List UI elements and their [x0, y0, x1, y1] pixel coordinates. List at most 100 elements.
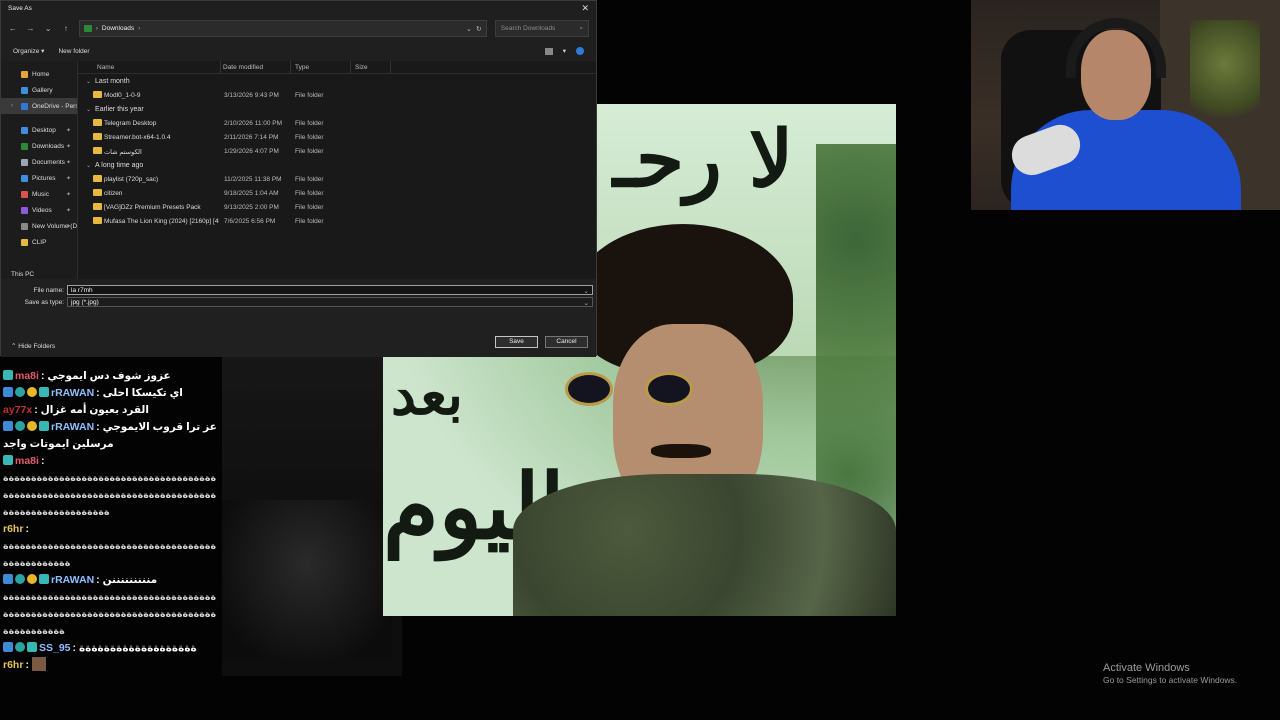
chat-message: r6hr:	[0, 657, 222, 674]
gallery-icon	[21, 86, 28, 94]
sidebar-item-clip[interactable]: CLIP	[1, 234, 77, 250]
sidebar-item-label: New Volume (D:	[32, 222, 78, 230]
file-row[interactable]: Telegram Desktop 2/10/2026 11:00 PM File f…	[78, 116, 596, 130]
file-type: File folder	[295, 148, 324, 155]
folder-icon	[93, 133, 102, 140]
column-type[interactable]: Type	[295, 64, 309, 71]
gem-badge-icon	[27, 642, 37, 652]
chat-username[interactable]: SS_95	[39, 642, 71, 654]
sidebar-item-label: Pictures	[32, 174, 56, 182]
chat-username[interactable]: r6hr	[3, 523, 23, 535]
file-name-dropdown-icon[interactable]: ⌄	[584, 287, 589, 295]
column-date-modified[interactable]: Date modified	[223, 64, 263, 71]
file-row[interactable]: الكوستم شات 1/29/2026 4:07 PM File folder	[78, 144, 596, 158]
subscriber-badge-icon	[3, 421, 13, 431]
file-group-header[interactable]: ⌄ A long time ago	[78, 158, 596, 172]
column-size[interactable]: Size	[355, 64, 368, 71]
folder-icon	[21, 238, 28, 246]
sidebar-item-pictures[interactable]: Pictures ✦	[1, 170, 77, 186]
organize-button[interactable]: Organize ▾	[13, 47, 44, 55]
chat-username[interactable]: rRAWAN	[51, 574, 94, 586]
one-badge-icon	[27, 421, 37, 431]
file-row[interactable]: citizen 9/18/2025 1:04 AM File folder	[78, 186, 596, 200]
file-date-modified: 9/13/2025 2:00 PM	[224, 204, 279, 211]
file-name-input[interactable]: la r7mh ⌄	[67, 285, 593, 295]
file-type: File folder	[295, 190, 324, 197]
file-row[interactable]: Streamer.bot-x64-1.0.4 2/11/2026 7:14 PM F…	[78, 130, 596, 144]
hide-folders-button[interactable]: ⌃ Hide Folders	[11, 342, 55, 350]
chat-username[interactable]: ma8i	[15, 370, 39, 382]
chat-text: : اي تكيسكا احلى	[96, 387, 183, 399]
save-as-type-dropdown-icon[interactable]: ⌄	[584, 299, 589, 307]
refresh-icon[interactable]: ↻	[476, 25, 482, 33]
column-headers: Name Date modified Type Size	[78, 61, 596, 74]
chat-message: r6hr: ةةةةةةةةةةةةةةةةةةةةةةةةةةةةةةةةةةة…	[0, 521, 222, 572]
sidebar-item-gallery[interactable]: Gallery	[1, 82, 77, 98]
view-options-icon[interactable]	[544, 47, 553, 55]
download-folder-icon	[83, 25, 92, 32]
collapse-chevron-icon[interactable]: ⌄	[86, 106, 91, 113]
file-row[interactable]: Mufasa The Lion King (2024) [2160p] [4K]…	[78, 214, 596, 228]
help-icon[interactable]	[576, 47, 584, 55]
forward-arrow-icon[interactable]: →	[26, 24, 36, 33]
view-dropdown-icon[interactable]: ▾	[563, 47, 566, 55]
meme-text-top: لا رحـ	[613, 114, 794, 205]
save-fields: File name: la r7mh ⌄ Save as type: jpg (…	[1, 280, 596, 357]
meme-text-middle: بعد	[391, 362, 463, 428]
address-bar[interactable]: › Downloads › ⌄ ↻	[78, 20, 487, 37]
up-arrow-icon[interactable]: ↑	[61, 24, 71, 33]
heart-badge-icon	[15, 574, 25, 584]
gem-badge-icon	[3, 370, 13, 380]
gem-badge-icon	[39, 574, 49, 584]
chat-username[interactable]: rRAWAN	[51, 387, 94, 399]
chat-username[interactable]: ay77x	[3, 404, 32, 416]
file-type: File folder	[295, 92, 324, 99]
chat-message: rRAWAN: عز ترا قروب الايموجي مرسلين ايمو…	[0, 419, 222, 453]
this-pc-label: This PC	[11, 271, 35, 278]
file-name: Streamer.bot-x64-1.0.4	[104, 134, 171, 141]
chat-username[interactable]: rRAWAN	[51, 421, 94, 433]
chat-text: :	[25, 523, 29, 535]
back-arrow-icon[interactable]: ←	[8, 24, 18, 33]
close-icon[interactable]: ✕	[581, 3, 589, 14]
file-group-header[interactable]: ⌄ Earlier this year	[78, 102, 596, 116]
chat-username[interactable]: ma8i	[15, 455, 39, 467]
cancel-button[interactable]: Cancel	[545, 336, 588, 348]
collapse-chevron-icon[interactable]: ⌄	[86, 162, 91, 169]
save-as-type-value: jpg (*.jpg)	[71, 299, 99, 306]
save-as-type-select[interactable]: jpg (*.jpg) ⌄	[67, 297, 593, 307]
sidebar-item-new-volume-d[interactable]: New Volume (D: ✦	[1, 218, 77, 234]
sidebar-item-documents[interactable]: Documents ✦	[1, 154, 77, 170]
new-folder-button[interactable]: New folder	[58, 48, 89, 55]
videos-icon	[21, 206, 28, 214]
save-button[interactable]: Save	[495, 336, 538, 348]
chat-panel: ma8i: عزوز شوف دس ايموجي rRAWAN: اي تكيسك…	[0, 368, 222, 720]
gem-badge-icon	[39, 387, 49, 397]
collapse-chevron-icon[interactable]: ⌄	[86, 78, 91, 85]
search-icon: ⌕	[579, 24, 584, 32]
chat-username[interactable]: r6hr	[3, 659, 23, 671]
sidebar-item-music[interactable]: Music ✦	[1, 186, 77, 202]
sidebar-item-onedrive-pers[interactable]: › OneDrive - Pers	[1, 98, 77, 114]
heart-badge-icon	[15, 387, 25, 397]
folder-icon	[93, 189, 102, 196]
sidebar-item-label: Gallery	[32, 86, 53, 94]
search-input[interactable]: Search Downloads ⌕	[494, 20, 590, 37]
column-name[interactable]: Name	[97, 64, 114, 71]
sidebar-item-downloads[interactable]: Downloads ✦	[1, 138, 77, 154]
sidebar-item-home[interactable]: Home	[1, 66, 77, 82]
expand-chevron-icon[interactable]: ›	[11, 103, 13, 109]
sidebar-item-desktop[interactable]: Desktop ✦	[1, 122, 77, 138]
file-row[interactable]: playlist (720p_sac) 11/2/2025 11:38 PM Fil…	[78, 172, 596, 186]
breadcrumb-chevron-icon: ›	[95, 25, 98, 32]
file-row[interactable]: [VAG]DZz Premium Presets Pack 9/13/2025 2…	[78, 200, 596, 214]
file-row[interactable]: Modl0_1-0-9 3/13/2026 9:43 PM File folder	[78, 88, 596, 102]
sidebar-item-videos[interactable]: Videos ✦	[1, 202, 77, 218]
subscriber-badge-icon	[3, 642, 13, 652]
address-dropdown-icon[interactable]: ⌄	[466, 25, 472, 33]
recent-locations-chevron-icon[interactable]: ⌄	[43, 24, 53, 33]
file-group-header[interactable]: ⌄ Last month	[78, 74, 596, 88]
pin-icon: ✦	[65, 175, 71, 182]
sidebar-item-label: Home	[32, 70, 50, 78]
breadcrumb-downloads[interactable]: Downloads	[102, 25, 134, 32]
